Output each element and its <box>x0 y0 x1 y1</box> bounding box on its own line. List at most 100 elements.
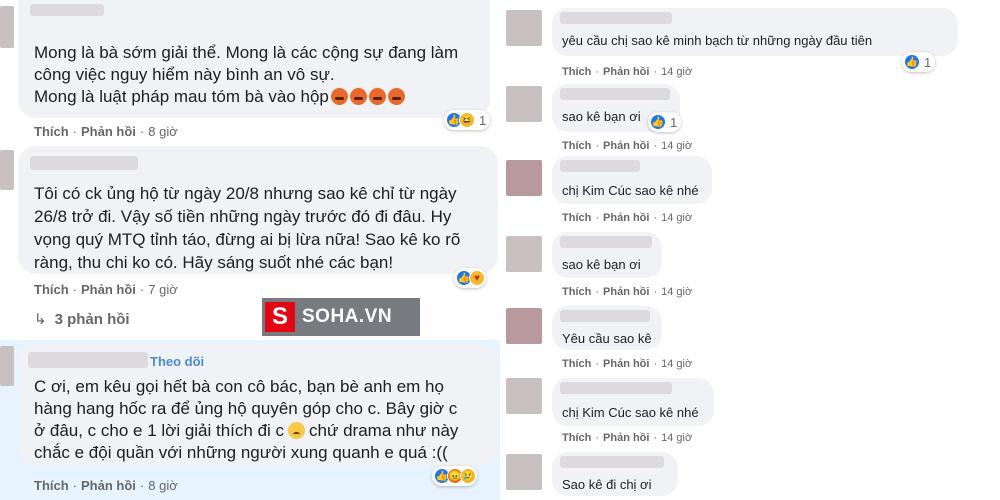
avatar[interactable] <box>506 454 542 490</box>
reaction-count: 1 <box>924 54 932 70</box>
timestamp[interactable]: 14 giờ <box>661 358 692 370</box>
comment-line: C ơi, em kêu gọi hết bà con cô bác, bạn … <box>34 377 444 396</box>
comment-text: yêu cầu chị sao kê minh bạch từ những ng… <box>562 33 873 48</box>
like-link[interactable]: Thích <box>562 432 591 444</box>
comment-actions: Thích · Phản hồi · 7 giờ <box>34 282 178 297</box>
comment-text: sao kê bạn ơi <box>562 257 641 272</box>
commenter-name[interactable] <box>28 352 148 368</box>
sad-reaction-icon: 😢 <box>460 468 476 484</box>
comment-actions: Thích · Phản hồi · 14 giờ <box>562 286 693 298</box>
reaction-count: 1 <box>670 114 678 130</box>
comment-text: sao kê bạn ơi <box>562 109 641 124</box>
comment-text: chị Kim Cúc sao kê nhé <box>562 405 699 420</box>
commenter-name[interactable] <box>560 456 664 468</box>
avatar[interactable] <box>506 308 542 344</box>
comment-line: ở đâu, c cho e 1 lời giải thích đi c <box>34 421 285 440</box>
comment-line: chứ drama như này <box>309 421 459 440</box>
like-link[interactable]: Thích <box>34 478 69 493</box>
like-link[interactable]: Thích <box>34 282 69 297</box>
reply-link[interactable]: Phản hồi <box>603 212 649 224</box>
haha-reaction-icon: 😆 <box>459 112 475 128</box>
reply-link[interactable]: Phản hồi <box>81 282 136 297</box>
reaction-summary[interactable]: 👍 1 <box>648 112 682 132</box>
commenter-name[interactable] <box>560 236 652 248</box>
avatar[interactable] <box>506 160 542 196</box>
comment-text: Mong là bà sớm giải thể. Mong là các cộn… <box>34 42 484 108</box>
reply-link[interactable]: Phản hồi <box>603 286 649 298</box>
reply-arrow-icon: ↳ <box>34 311 47 328</box>
comment-line-with-emoji: Mong là luật pháp mau tóm bà vào hộp <box>34 86 484 108</box>
like-link[interactable]: Thích <box>562 212 591 224</box>
avatar[interactable] <box>0 6 14 48</box>
view-replies-link[interactable]: ↳ 3 phản hồi <box>34 310 130 328</box>
comment-actions: Thích · Phản hồi · 14 giờ <box>562 66 693 78</box>
commenter-name[interactable] <box>560 12 672 24</box>
reaction-summary[interactable]: 👍 ♥ <box>454 268 486 288</box>
reply-link[interactable]: Phản hồi <box>81 124 136 139</box>
like-link[interactable]: Thích <box>562 286 591 298</box>
care-reaction-icon: ♥ <box>469 270 485 286</box>
like-link[interactable]: Thích <box>562 140 591 152</box>
timestamp[interactable]: 14 giờ <box>661 432 692 444</box>
comment-text: Tôi có ck ủng hộ từ ngày 20/8 nhưng sao … <box>34 182 494 274</box>
timestamp[interactable]: 14 giờ <box>661 140 692 152</box>
watermark-text: SOHA.VN <box>302 306 393 327</box>
comment-actions: Thích · Phản hồi · 14 giờ <box>562 140 693 152</box>
comment-text: chị Kim Cúc sao kê nhé <box>562 183 699 198</box>
avatar[interactable] <box>506 10 542 46</box>
timestamp[interactable]: 14 giờ <box>661 286 692 298</box>
reply-link[interactable]: Phản hồi <box>603 66 649 78</box>
avatar[interactable] <box>506 378 542 414</box>
avatar[interactable] <box>0 346 14 386</box>
like-reaction-icon: 👍 <box>904 54 920 70</box>
comment-line-with-emoji: ở đâu, c cho e 1 lời giải thích đi c chứ … <box>34 420 494 442</box>
comment-text: Yêu cầu sao kê <box>562 331 652 346</box>
comment-line: 26/8 trở đi. Vậy số tiền những ngày trướ… <box>34 207 452 226</box>
commenter-name[interactable] <box>560 382 672 394</box>
replies-count-label: 3 phản hồi <box>54 311 130 328</box>
reaction-summary[interactable]: 👍 😆 1 <box>444 110 491 130</box>
comment-actions: Thích · Phản hồi · 14 giờ <box>562 358 693 370</box>
timestamp[interactable]: 14 giờ <box>661 66 692 78</box>
like-link[interactable]: Thích <box>34 124 69 139</box>
commenter-name[interactable] <box>560 160 640 172</box>
timestamp[interactable]: 7 giờ <box>148 282 178 297</box>
avatar[interactable] <box>506 236 542 272</box>
commenter-name[interactable] <box>560 310 650 322</box>
comment-line: công việc nguy hiểm này bình an vô sự. <box>34 65 335 84</box>
reply-link[interactable]: Phản hồi <box>81 478 136 493</box>
follow-link[interactable]: Theo dõi <box>150 354 204 369</box>
soha-logo-icon: S <box>265 302 295 332</box>
like-link[interactable]: Thích <box>562 66 591 78</box>
comment-text: C ơi, em kêu gọi hết bà con cô bác, bạn … <box>34 376 494 464</box>
comment-line: chắc e đội quần với những người xung qua… <box>34 443 448 462</box>
reaction-count: 1 <box>479 112 487 128</box>
right-comment-column: yêu cầu chị sao kê minh bạch từ những ng… <box>500 0 1000 500</box>
comment-actions: Thích · Phản hồi · 14 giờ <box>562 212 693 224</box>
comment-line: vọng quý MTQ tỉnh táo, đừng ai bị lừa nữ… <box>34 230 461 249</box>
avatar[interactable] <box>0 150 14 190</box>
left-comment-column: Mong là bà sớm giải thể. Mong là các cộn… <box>0 0 500 500</box>
comment-line: ràng, thu chi ko có. Hãy sáng suốt nhé c… <box>34 253 394 272</box>
reaction-summary[interactable]: 👍 😠 😢 <box>432 466 477 486</box>
comment-line: Mong là bà sớm giải thể. Mong là các cộn… <box>34 43 459 62</box>
angry-face-emoji-icon <box>330 88 348 105</box>
commenter-name[interactable] <box>30 156 138 170</box>
comment-line: hàng hang hốc ra để ủng hộ quyên góp cho… <box>34 399 458 418</box>
angry-face-emoji-icon <box>387 88 405 105</box>
comment-text: Sao kê đi chị ơi <box>562 477 652 492</box>
reply-link[interactable]: Phản hồi <box>603 140 649 152</box>
timestamp[interactable]: 8 giờ <box>148 478 178 493</box>
like-link[interactable]: Thích <box>562 358 591 370</box>
like-reaction-icon: 👍 <box>650 114 666 130</box>
reaction-summary[interactable]: 👍 1 <box>902 52 936 72</box>
reply-link[interactable]: Phản hồi <box>603 432 649 444</box>
comment-actions: Thích · Phản hồi · 14 giờ <box>562 432 693 444</box>
reply-link[interactable]: Phản hồi <box>603 358 649 370</box>
avatar[interactable] <box>506 86 542 122</box>
commenter-name[interactable] <box>30 4 104 16</box>
commenter-name[interactable] <box>560 88 670 100</box>
timestamp[interactable]: 14 giờ <box>661 212 692 224</box>
soha-watermark: S SOHA.VN <box>262 298 420 336</box>
timestamp[interactable]: 8 giờ <box>148 124 178 139</box>
